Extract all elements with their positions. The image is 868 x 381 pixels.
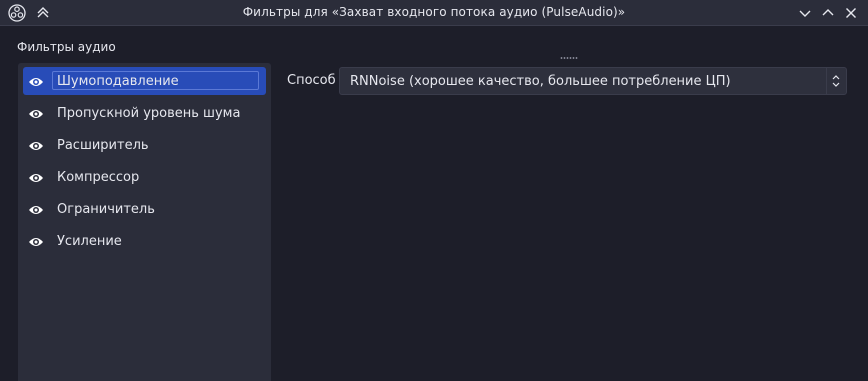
audio-filters-list[interactable]: Шумоподавление Пропускной уровень шума Р… <box>18 63 271 381</box>
eye-icon[interactable] <box>28 202 44 216</box>
filter-item-gain[interactable]: Усиление <box>23 227 266 255</box>
eye-icon[interactable] <box>28 138 44 152</box>
filter-item-label: Компрессор <box>57 170 140 185</box>
window-title: Фильтры для «Захват входного потока ауди… <box>242 5 626 19</box>
eye-icon[interactable] <box>28 106 44 120</box>
method-select[interactable]: RNNoise (хорошее качество, большее потре… <box>339 67 847 95</box>
audio-filters-heading: Фильтры аудио <box>17 40 116 54</box>
method-label: Способ <box>287 73 336 88</box>
splitter-handle[interactable] <box>560 46 578 59</box>
filter-item-compressor[interactable]: Компрессор <box>23 163 266 191</box>
maximize-icon[interactable] <box>820 5 836 21</box>
method-selected-value: RNNoise (хорошее качество, большее потре… <box>350 74 731 89</box>
eye-icon[interactable] <box>28 170 44 184</box>
filter-item-label: Ограничитель <box>57 202 155 217</box>
filter-item-label: Усиление <box>57 234 122 249</box>
title-bar[interactable]: Фильтры для «Захват входного потока ауди… <box>0 0 868 26</box>
filter-item-noise-gate[interactable]: Пропускной уровень шума <box>23 99 266 127</box>
eye-icon[interactable] <box>28 234 44 248</box>
minimize-icon[interactable] <box>797 5 813 21</box>
filter-item-label: Шумоподавление <box>57 74 179 89</box>
chevron-up-down-icon[interactable] <box>826 68 846 94</box>
filters-window: Фильтры для «Захват входного потока ауди… <box>0 0 868 381</box>
close-icon[interactable] <box>843 5 859 21</box>
filter-item-expander[interactable]: Расширитель <box>23 131 266 159</box>
filter-item-limiter[interactable]: Ограничитель <box>23 195 266 223</box>
filter-item-label: Расширитель <box>57 138 149 153</box>
filter-item-label: Пропускной уровень шума <box>57 106 241 121</box>
filter-item-noise-suppression[interactable]: Шумоподавление <box>23 67 266 95</box>
eye-icon[interactable] <box>28 74 44 88</box>
